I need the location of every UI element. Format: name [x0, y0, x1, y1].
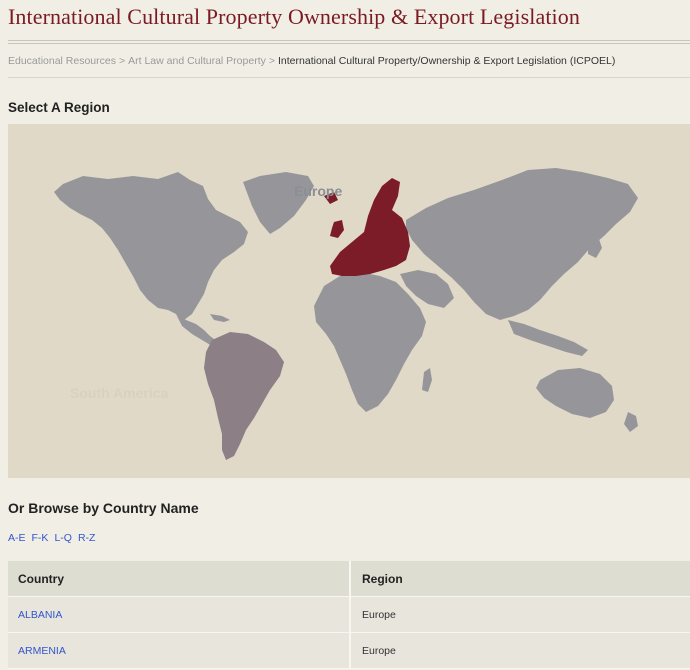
filter-link-a-e[interactable]: A-E	[8, 532, 26, 544]
column-header-country[interactable]: Country	[8, 561, 349, 596]
map-region-uk[interactable]	[330, 220, 344, 238]
browse-by-country-title: Or Browse by Country Name	[8, 500, 199, 516]
breadcrumb: Educational Resources > Art Law and Cultur…	[8, 55, 615, 67]
region-cell: Europe	[349, 597, 690, 632]
map-region-africa[interactable]	[314, 272, 426, 412]
map-label-south-america[interactable]: South America	[70, 385, 168, 401]
table-row: ARMENIA Europe	[8, 633, 690, 669]
country-cell: ALBANIA	[8, 597, 349, 632]
table-header: Country Region	[8, 561, 690, 597]
map-label-europe[interactable]: Europe	[294, 183, 342, 199]
breadcrumb-current: International Cultural Property/Ownershi…	[278, 55, 616, 67]
map-region-madagascar[interactable]	[422, 368, 432, 392]
world-map-svg: South America Europe	[54, 168, 638, 460]
breadcrumb-separator: >	[118, 55, 126, 67]
map-region-north-america[interactable]	[54, 172, 248, 320]
region-cell: Europe	[349, 633, 690, 668]
country-table: Country Region ALBANIA Europe ARMENIA Eu…	[8, 561, 690, 669]
map-region-caribbean[interactable]	[210, 314, 230, 322]
country-link[interactable]: ARMENIA	[18, 645, 66, 657]
breadcrumb-separator: >	[268, 55, 275, 67]
breadcrumb-divider	[8, 77, 690, 78]
table-row: ALBANIA Europe	[8, 597, 690, 633]
select-region-title: Select A Region	[8, 100, 110, 115]
filter-link-l-q[interactable]: L-Q	[54, 532, 72, 544]
filter-link-r-z[interactable]: R-Z	[78, 532, 96, 544]
title-divider-secondary	[8, 43, 690, 44]
title-divider	[8, 40, 690, 41]
map-region-new-zealand[interactable]	[624, 412, 638, 432]
breadcrumb-link-educational-resources[interactable]: Educational Resources	[8, 55, 116, 67]
country-cell: ARMENIA	[8, 633, 349, 668]
filter-link-f-k[interactable]: F-K	[32, 532, 49, 544]
map-region-south-america[interactable]	[204, 332, 284, 460]
alphabet-filter-links: A-E F-K L-Q R-Z	[8, 532, 101, 544]
column-header-region[interactable]: Region	[349, 561, 690, 596]
map-region-southeast-asia[interactable]	[508, 320, 588, 356]
page-title: International Cultural Property Ownershi…	[8, 4, 580, 29]
world-map: South America Europe	[8, 124, 690, 478]
country-link[interactable]: ALBANIA	[18, 609, 62, 621]
map-region-australia[interactable]	[536, 368, 614, 418]
map-region-greenland[interactable]	[243, 172, 314, 234]
breadcrumb-link-art-law[interactable]: Art Law and Cultural Property	[128, 55, 266, 67]
